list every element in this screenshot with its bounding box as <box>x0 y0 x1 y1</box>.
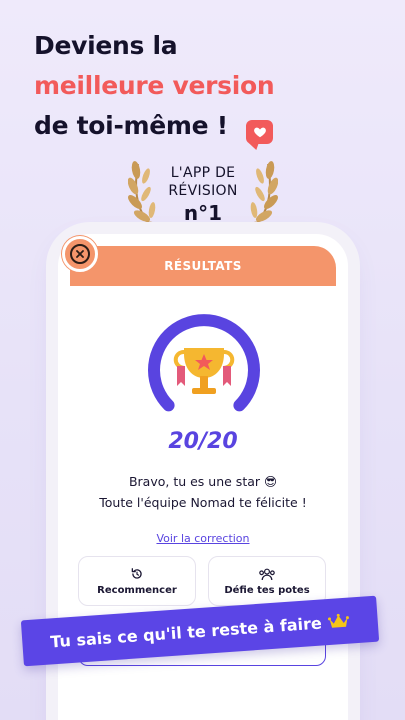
results-header: RÉSULTATS <box>70 246 336 286</box>
crown-icon <box>327 613 349 628</box>
view-correction-link[interactable]: Voir la correction <box>70 532 336 545</box>
headline: Deviens la meilleure version de toi-même… <box>34 26 334 146</box>
score-value: 20/20 <box>168 429 238 454</box>
headline-line-3: de toi-même ! <box>34 111 228 140</box>
award-badge: L'APP DE RÉVISION n°1 <box>128 150 278 236</box>
laurel-icon <box>245 161 278 233</box>
restart-button[interactable]: Recommencer <box>78 556 196 606</box>
banner-text: Tu sais ce qu'il te reste à faire <box>49 613 323 651</box>
close-button[interactable] <box>62 236 98 272</box>
headline-line-2: meilleure version <box>34 71 275 100</box>
restart-label: Recommencer <box>97 584 177 596</box>
challenge-label: Défie tes potes <box>224 584 310 596</box>
congrats-message: Bravo, tu es une star 😎 Toute l'équipe N… <box>70 471 336 513</box>
score-gauge <box>148 314 260 412</box>
challenge-friends-button[interactable]: Défie tes potes <box>208 556 326 606</box>
close-icon <box>70 244 90 264</box>
heart-icon <box>246 120 273 144</box>
headline-line-1: Deviens la <box>34 31 178 60</box>
restart-icon <box>131 567 142 579</box>
congrats-line-2: Toute l'équipe Nomad te félicite ! <box>99 495 307 510</box>
congrats-line-1: Bravo, tu es une star 😎 <box>128 474 278 489</box>
group-icon <box>259 568 275 580</box>
trophy-icon <box>173 348 235 394</box>
results-title: RÉSULTATS <box>164 259 242 273</box>
